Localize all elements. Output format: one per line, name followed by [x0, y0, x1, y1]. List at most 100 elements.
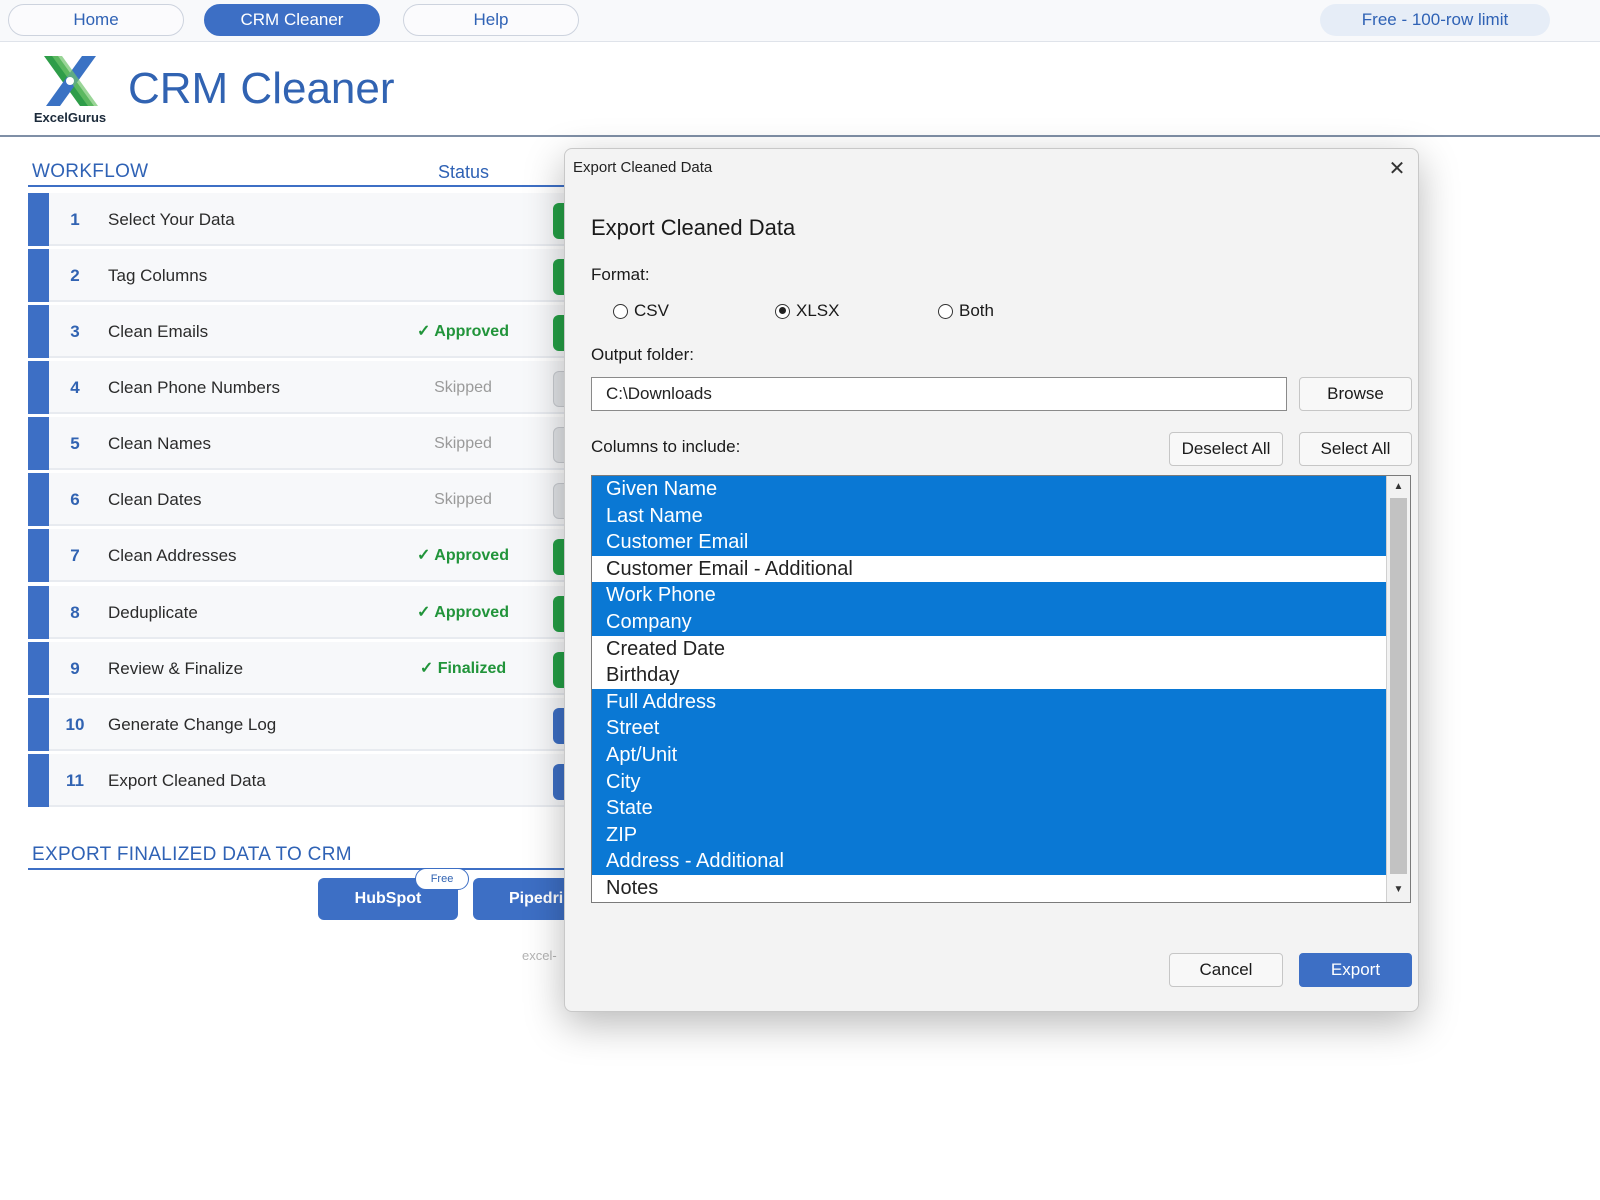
list-item[interactable]: City: [592, 768, 1388, 796]
step-number: 8: [70, 603, 80, 622]
step-number: 7: [70, 546, 80, 565]
step-accent-bar: [28, 586, 49, 639]
workflow-step[interactable]: 9 Review & Finalize ✓ Finalized: [28, 642, 577, 695]
browse-button[interactable]: Browse: [1299, 377, 1412, 411]
workflow-title: WORKFLOW: [32, 161, 149, 182]
top-nav: Home CRM Cleaner Help Free - 100-row lim…: [0, 0, 1600, 42]
workflow-step[interactable]: 2 Tag Columns: [28, 249, 577, 302]
plan-badge: Free - 100-row limit: [1320, 4, 1550, 36]
tab-crm-cleaner[interactable]: CRM Cleaner: [204, 4, 380, 36]
step-number: 5: [70, 434, 80, 453]
list-item[interactable]: Last Name: [592, 502, 1388, 530]
workflow-step[interactable]: 1 Select Your Data: [28, 193, 577, 246]
step-number: 6: [70, 490, 80, 509]
step-label: Clean Emails: [108, 322, 209, 341]
step-label: Clean Addresses: [108, 546, 237, 565]
footer-link[interactable]: excel-: [522, 948, 557, 963]
free-badge: Free: [415, 868, 469, 890]
step-accent-bar: [28, 473, 49, 526]
format-label: Format:: [591, 265, 650, 284]
export-crm-title: EXPORT FINALIZED DATA TO CRM: [32, 844, 352, 865]
scroll-up-icon[interactable]: ▲: [1387, 477, 1410, 497]
list-item[interactable]: Created Date: [592, 636, 1388, 663]
workflow-step[interactable]: 7 Clean Addresses ✓ Approved: [28, 529, 577, 582]
step-status: Skipped: [434, 491, 492, 508]
list-item[interactable]: Birthday: [592, 662, 1388, 689]
list-item[interactable]: Work Phone: [592, 582, 1388, 609]
workflow-step[interactable]: 5 Clean Names Skipped: [28, 417, 577, 470]
step-accent-bar: [28, 642, 49, 695]
step-accent-bar: [28, 249, 49, 302]
radio-selected-icon: [775, 303, 790, 319]
workflow-step[interactable]: 10 Generate Change Log: [28, 698, 577, 751]
step-accent-bar: [28, 417, 49, 470]
step-number: 4: [70, 378, 80, 397]
select-all-button[interactable]: Select All: [1299, 432, 1412, 466]
step-label: Export Cleaned Data: [108, 771, 266, 790]
step-status: Skipped: [434, 435, 492, 452]
step-label: Select Your Data: [108, 210, 235, 229]
page-title: CRM Cleaner: [128, 64, 395, 113]
list-item[interactable]: Full Address: [592, 688, 1388, 716]
step-status: ✓ Approved: [417, 323, 509, 340]
step-number: 3: [70, 322, 80, 341]
deselect-all-button[interactable]: Deselect All: [1169, 432, 1283, 466]
workflow-divider: [28, 185, 568, 187]
radio-label: CSV: [634, 301, 669, 320]
workflow-step[interactable]: 4 Clean Phone Numbers Skipped: [28, 361, 577, 414]
step-number: 10: [65, 715, 85, 734]
dialog-window-title: Export Cleaned Data: [573, 159, 713, 176]
step-status: ✓ Approved: [417, 604, 509, 621]
listbox-scrollbar[interactable]: ▲ ▼: [1386, 476, 1410, 902]
format-radio-both[interactable]: Both: [938, 301, 994, 321]
list-item[interactable]: State: [592, 795, 1388, 822]
output-folder-input[interactable]: C:\Downloads: [591, 377, 1287, 411]
list-item[interactable]: Given Name: [592, 476, 1388, 503]
format-radio-xlsx[interactable]: XLSX: [775, 301, 839, 321]
step-label: Clean Dates: [108, 490, 202, 509]
pipedrive-button[interactable]: Pipedri: [473, 878, 573, 920]
step-number: 1: [70, 210, 80, 229]
format-radio-csv[interactable]: CSV: [613, 301, 669, 321]
step-accent-bar: [28, 529, 49, 582]
radio-label: XLSX: [796, 301, 840, 320]
tab-help[interactable]: Help: [403, 4, 579, 36]
scroll-down-icon[interactable]: ▼: [1387, 880, 1410, 900]
workflow-step[interactable]: 11 Export Cleaned Data: [28, 754, 577, 807]
export-button[interactable]: Export: [1299, 953, 1412, 987]
logo-text: ExcelGurus: [33, 110, 107, 125]
list-item[interactable]: Customer Email: [592, 529, 1388, 556]
list-item[interactable]: Address - Additional: [592, 848, 1388, 875]
tab-home[interactable]: Home: [8, 4, 184, 36]
step-accent-bar: [28, 361, 49, 414]
close-icon[interactable]: ✕: [1385, 157, 1409, 181]
logo-x-icon: [44, 56, 98, 106]
step-accent-bar: [28, 305, 49, 358]
export-crm-divider: [28, 868, 568, 870]
list-item[interactable]: Notes: [592, 875, 1388, 902]
list-item[interactable]: Company: [592, 608, 1388, 636]
status-column-header: Status: [438, 162, 490, 182]
scrollbar-thumb[interactable]: [1390, 498, 1407, 874]
list-item[interactable]: ZIP: [592, 821, 1388, 849]
radio-icon: [938, 303, 953, 319]
excelgurus-logo: ExcelGurus: [28, 52, 112, 126]
list-item[interactable]: Customer Email - Additional: [592, 556, 1388, 583]
step-label: Clean Phone Numbers: [108, 378, 280, 397]
cancel-button[interactable]: Cancel: [1169, 953, 1283, 987]
step-label: Deduplicate: [108, 603, 198, 622]
output-folder-label: Output folder:: [591, 345, 695, 364]
step-label: Tag Columns: [108, 266, 208, 285]
columns-listbox[interactable]: Given Name Last Name Customer Email Cust…: [591, 475, 1411, 903]
step-label: Generate Change Log: [108, 715, 277, 734]
radio-label: Both: [959, 301, 994, 320]
list-item[interactable]: Apt/Unit: [592, 741, 1388, 769]
step-status: Skipped: [434, 379, 492, 396]
workflow-step[interactable]: 3 Clean Emails ✓ Approved: [28, 305, 577, 358]
step-number: 11: [66, 771, 84, 790]
list-item[interactable]: Street: [592, 715, 1388, 742]
step-label: Clean Names: [108, 434, 211, 453]
workflow-step[interactable]: 8 Deduplicate ✓ Approved: [28, 586, 577, 639]
workflow-step[interactable]: 6 Clean Dates Skipped: [28, 473, 577, 526]
step-label: Review & Finalize: [108, 659, 244, 678]
